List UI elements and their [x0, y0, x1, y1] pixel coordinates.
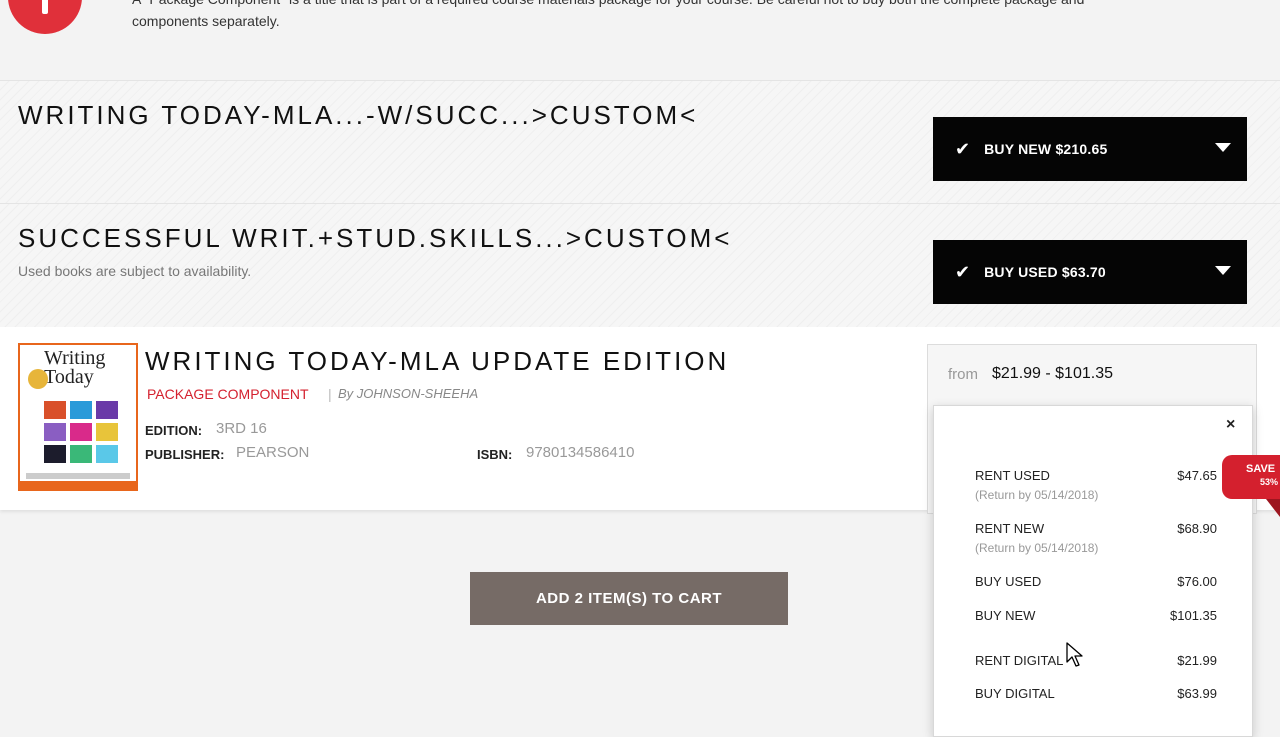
notice-text: A "Package Component" is a title that is…	[132, 0, 1084, 29]
buy-new-dropdown-button[interactable]: ✔ BUY NEW $210.65	[933, 117, 1247, 181]
author: By JOHNSON-SHEEHA	[338, 386, 479, 401]
close-icon[interactable]: ×	[1226, 416, 1235, 434]
package-component-label: PACKAGE COMPONENT	[147, 386, 309, 402]
cover-tile	[96, 401, 118, 419]
option-buy-used[interactable]: BUY USED	[975, 574, 1041, 589]
cover-tile	[44, 401, 66, 419]
save-percent: 53%	[1260, 477, 1279, 487]
cover-tiles	[44, 401, 120, 463]
cover-tile	[44, 445, 66, 463]
isbn-value: 9780134586410	[526, 444, 635, 461]
buy-used-dropdown-button[interactable]: ✔ BUY USED $63.70	[933, 240, 1247, 304]
option-buy-new[interactable]: BUY NEW	[975, 608, 1035, 623]
cover-title: Writing Today	[44, 347, 106, 388]
option-price[interactable]: $76.00	[1177, 574, 1217, 589]
book-cover-image[interactable]: Writing Today	[18, 343, 138, 491]
product-title[interactable]: WRITING TODAY-MLA UPDATE EDITION	[145, 346, 729, 377]
option-rent-new[interactable]: RENT NEW	[975, 521, 1044, 536]
edition-label: EDITION:	[145, 423, 203, 438]
option-rent-digital[interactable]: RENT DIGITAL	[975, 653, 1063, 668]
caret-down-icon	[1215, 143, 1231, 152]
availability-note: Used books are subject to availability.	[18, 263, 252, 279]
option-note: (Return by 05/14/2018)	[975, 541, 1099, 555]
cover-tile	[96, 423, 118, 441]
mouse-cursor-icon	[1066, 642, 1083, 667]
publisher-value: PEARSON	[236, 444, 310, 461]
save-badge: SAVE 53%	[1222, 455, 1280, 499]
option-note: (Return by 05/14/2018)	[975, 488, 1099, 502]
from-label: from	[948, 366, 978, 383]
option-rent-used[interactable]: RENT USED	[975, 468, 1050, 483]
package-notice: A "Package Component" is a title that is…	[0, 0, 1280, 80]
checkmark-icon: ✔	[955, 261, 971, 282]
cover-tile	[96, 445, 118, 463]
button-label: BUY NEW $210.65	[984, 141, 1108, 157]
alert-icon	[8, 0, 82, 34]
save-badge-fold	[1266, 499, 1280, 517]
option-buy-digital[interactable]: BUY DIGITAL	[975, 686, 1055, 701]
cover-band	[20, 481, 136, 489]
option-price[interactable]: $21.99	[1177, 653, 1217, 668]
row-title: SUCCESSFUL WRIT.+STUD.SKILLS...>CUSTOM<	[18, 223, 733, 253]
button-label: BUY USED $63.70	[984, 264, 1106, 280]
save-label: SAVE	[1246, 463, 1276, 475]
cover-tile	[70, 423, 92, 441]
option-price[interactable]: $47.65	[1177, 468, 1217, 483]
option-price[interactable]: $68.90	[1177, 521, 1217, 536]
cover-tile	[44, 423, 66, 441]
option-price[interactable]: $63.99	[1177, 686, 1217, 701]
isbn-label: ISBN:	[477, 447, 513, 462]
cover-footer	[26, 473, 130, 479]
edition-value: 3RD 16	[216, 420, 267, 437]
cover-emblem	[28, 369, 48, 389]
cover-tile	[70, 445, 92, 463]
cover-tile	[70, 401, 92, 419]
publisher-label: PUBLISHER:	[145, 447, 225, 462]
separator: |	[328, 386, 332, 402]
checkmark-icon: ✔	[955, 138, 971, 159]
add-to-cart-button[interactable]: ADD 2 ITEM(S) TO CART	[470, 572, 788, 625]
option-price[interactable]: $101.35	[1170, 608, 1217, 623]
price-range: $21.99 - $101.35	[992, 365, 1113, 382]
row-title: WRITING TODAY-MLA...-W/SUCC...>CUSTOM<	[18, 100, 699, 130]
caret-down-icon	[1215, 266, 1231, 275]
